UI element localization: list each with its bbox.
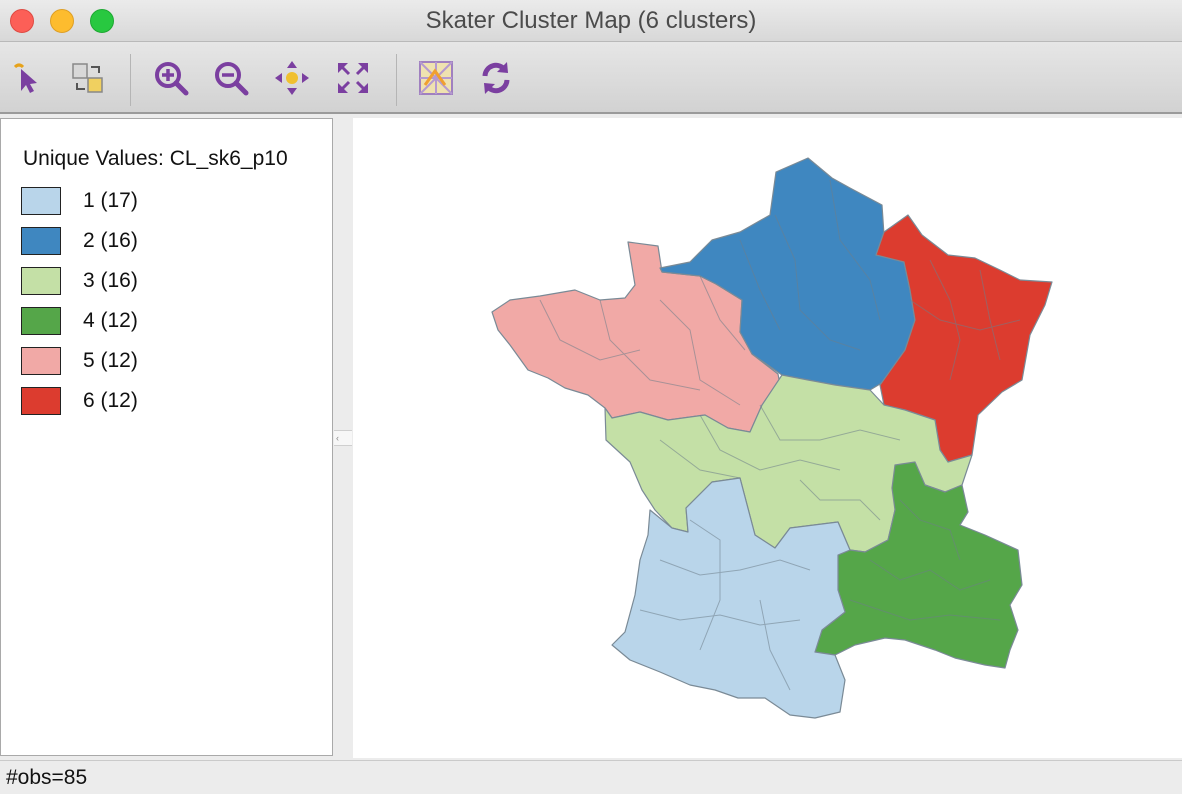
legend-swatch <box>21 387 61 415</box>
legend-label: 3 (16) <box>83 269 138 292</box>
refresh-icon <box>482 62 510 94</box>
legend-label: 5 (12) <box>83 349 138 372</box>
legend-panel[interactable]: Unique Values: CL_sk6_p10 1 (17) 2 (16) … <box>0 118 333 756</box>
zoom-out-button[interactable] <box>211 58 251 98</box>
toolbar-separator <box>396 54 397 106</box>
legend-item-4[interactable]: 4 (12) <box>21 307 311 337</box>
selection-mode-button[interactable] <box>68 58 108 98</box>
legend-swatch <box>21 187 61 215</box>
full-extent-icon <box>338 63 368 93</box>
legend-label: 1 (17) <box>83 189 138 212</box>
legend-item-2[interactable]: 2 (16) <box>21 227 311 257</box>
legend-label: 2 (16) <box>83 229 138 252</box>
select-tool-button[interactable] <box>8 58 48 98</box>
toolbar <box>0 42 1182 114</box>
basemap-icon <box>419 61 453 95</box>
splitter-handle[interactable]: ‹ <box>334 430 352 446</box>
legend-item-5[interactable]: 5 (12) <box>21 347 311 377</box>
legend-swatch <box>21 347 61 375</box>
cluster-map[interactable] <box>353 118 1182 758</box>
zoom-in-icon <box>155 62 189 96</box>
status-bar: #obs=85 <box>0 760 1182 794</box>
zoom-out-icon <box>215 62 249 96</box>
map-canvas[interactable] <box>353 118 1182 758</box>
legend-swatch <box>21 307 61 335</box>
refresh-button[interactable] <box>476 58 516 98</box>
legend-swatch <box>21 227 61 255</box>
legend-title: Unique Values: CL_sk6_p10 <box>23 147 288 170</box>
observation-count: #obs=85 <box>6 766 88 789</box>
legend-item-6[interactable]: 6 (12) <box>21 387 311 417</box>
pointer-icon <box>13 63 37 93</box>
zoom-in-button[interactable] <box>151 58 191 98</box>
pan-button[interactable] <box>272 58 312 98</box>
legend-label: 6 (12) <box>83 389 138 412</box>
legend-label: 4 (12) <box>83 309 138 332</box>
legend-item-1[interactable]: 1 (17) <box>21 187 311 217</box>
title-bar: Skater Cluster Map (6 clusters) <box>0 0 1182 42</box>
pan-icon <box>275 61 309 95</box>
full-extent-button[interactable] <box>333 58 373 98</box>
select-shapes-icon <box>72 63 103 93</box>
basemap-button[interactable] <box>416 58 456 98</box>
app-window: Skater Cluster Map (6 clusters) Unique V… <box>0 0 1182 794</box>
window-title: Skater Cluster Map (6 clusters) <box>425 7 757 34</box>
legend-swatch <box>21 267 61 295</box>
toolbar-separator <box>130 54 131 106</box>
legend-item-3[interactable]: 3 (16) <box>21 267 311 297</box>
